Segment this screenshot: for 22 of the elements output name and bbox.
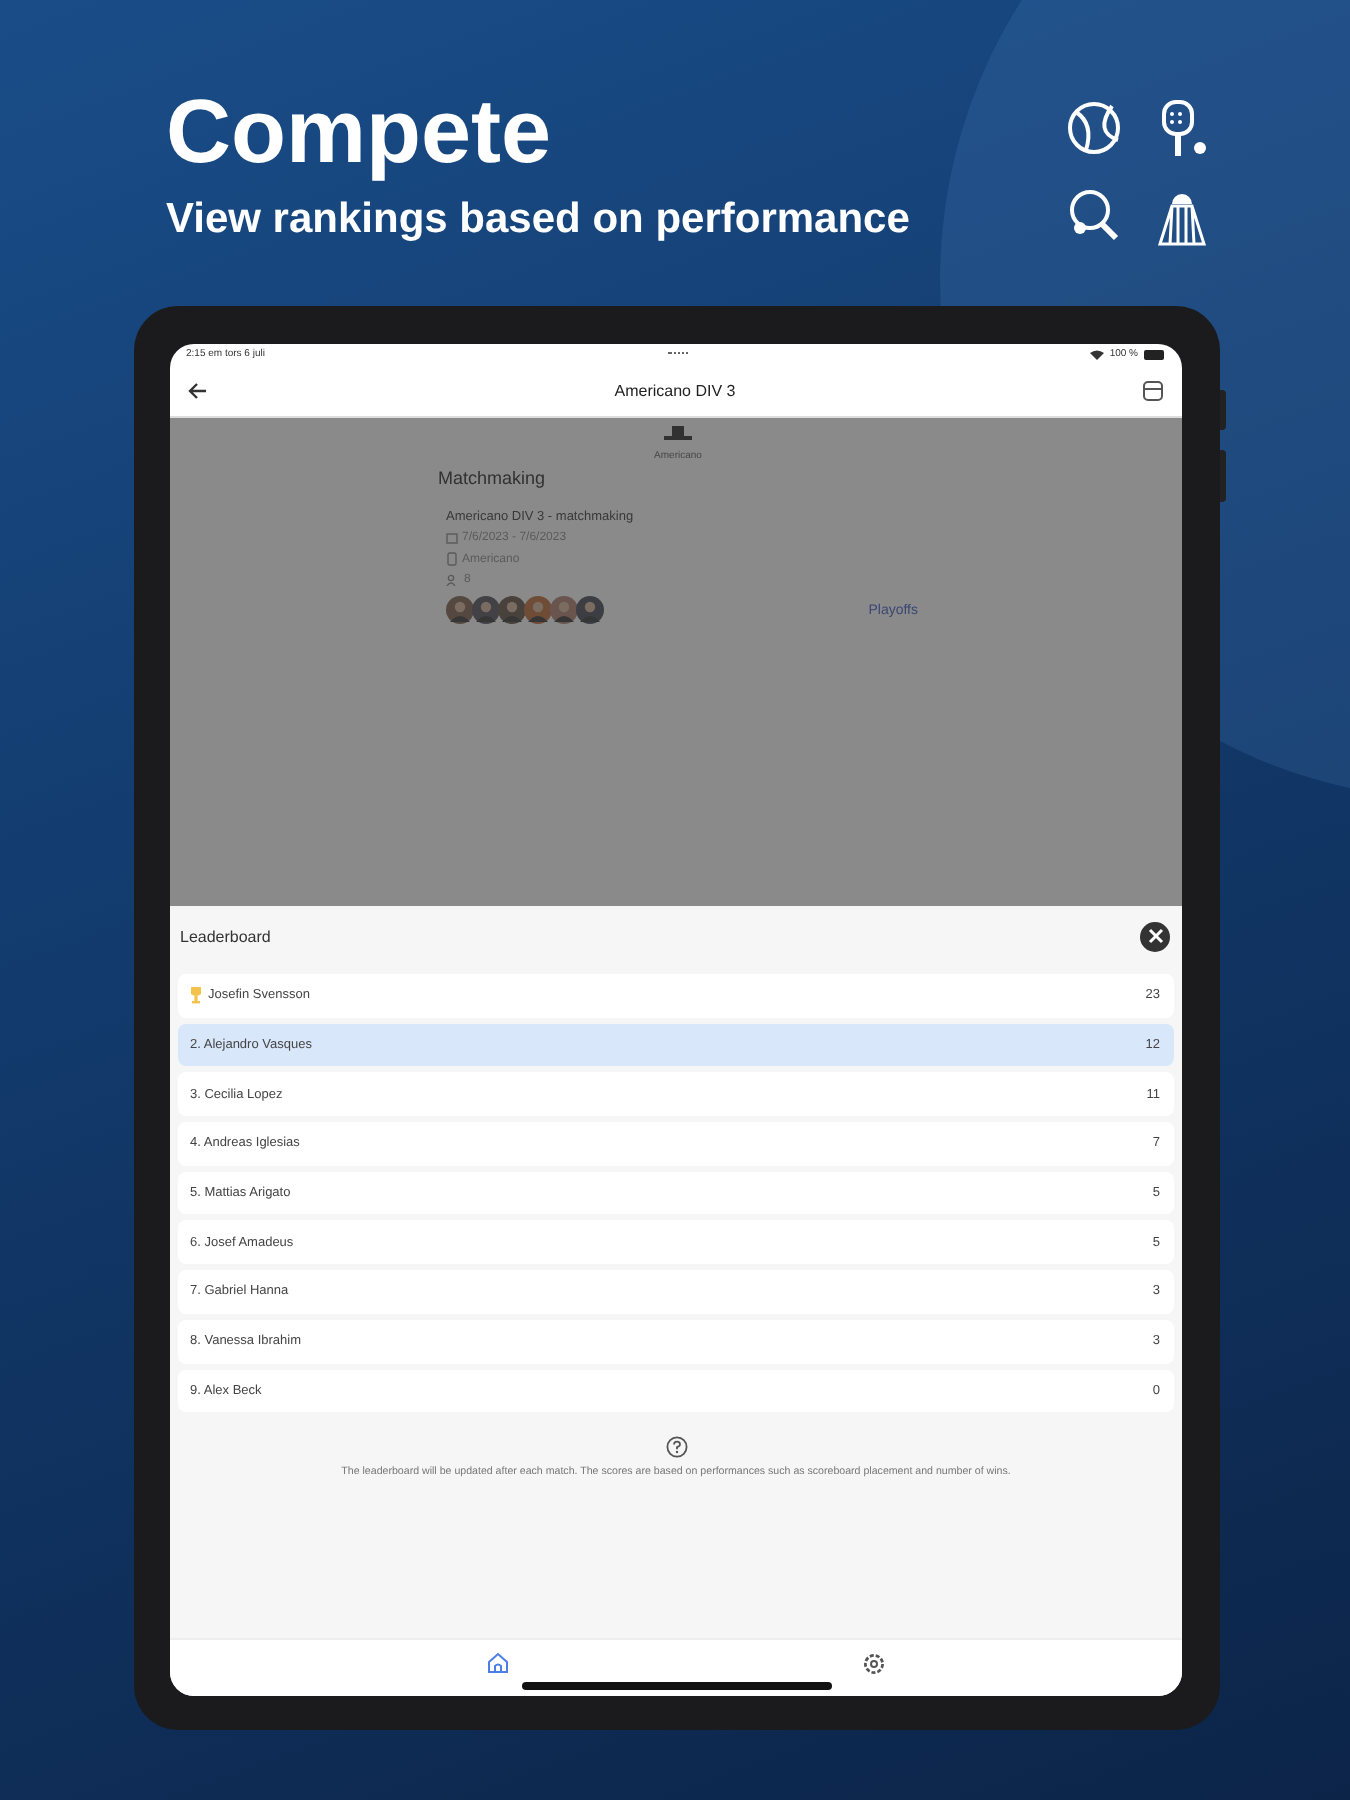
help-icon (665, 1436, 687, 1459)
close-button[interactable] (1140, 921, 1170, 951)
screen-title: Americano DIV 3 (614, 381, 736, 399)
back-arrow-icon[interactable] (188, 381, 208, 399)
section-title: Matchmaking (438, 468, 548, 488)
wifi-icon (1089, 349, 1104, 359)
people-icon (446, 574, 460, 586)
close-icon (1147, 928, 1163, 944)
settings-icon[interactable] (862, 1652, 886, 1676)
calendar-icon (446, 532, 458, 544)
hero-subtitle: View rankings based on performance (166, 196, 910, 244)
hat-icon (664, 426, 692, 442)
battery-icon (1144, 349, 1166, 359)
shuttlecock-icon (1154, 188, 1210, 248)
tennis-ball-icon (1066, 100, 1122, 156)
ping-pong-icon (1066, 188, 1122, 244)
home-icon[interactable] (486, 1652, 510, 1674)
hero-title: Compete (166, 80, 554, 184)
trophy-icon (190, 986, 202, 1005)
tray-icon[interactable] (1142, 379, 1164, 401)
phone-icon (446, 552, 458, 566)
sheet-title: Leaderboard (180, 927, 271, 945)
